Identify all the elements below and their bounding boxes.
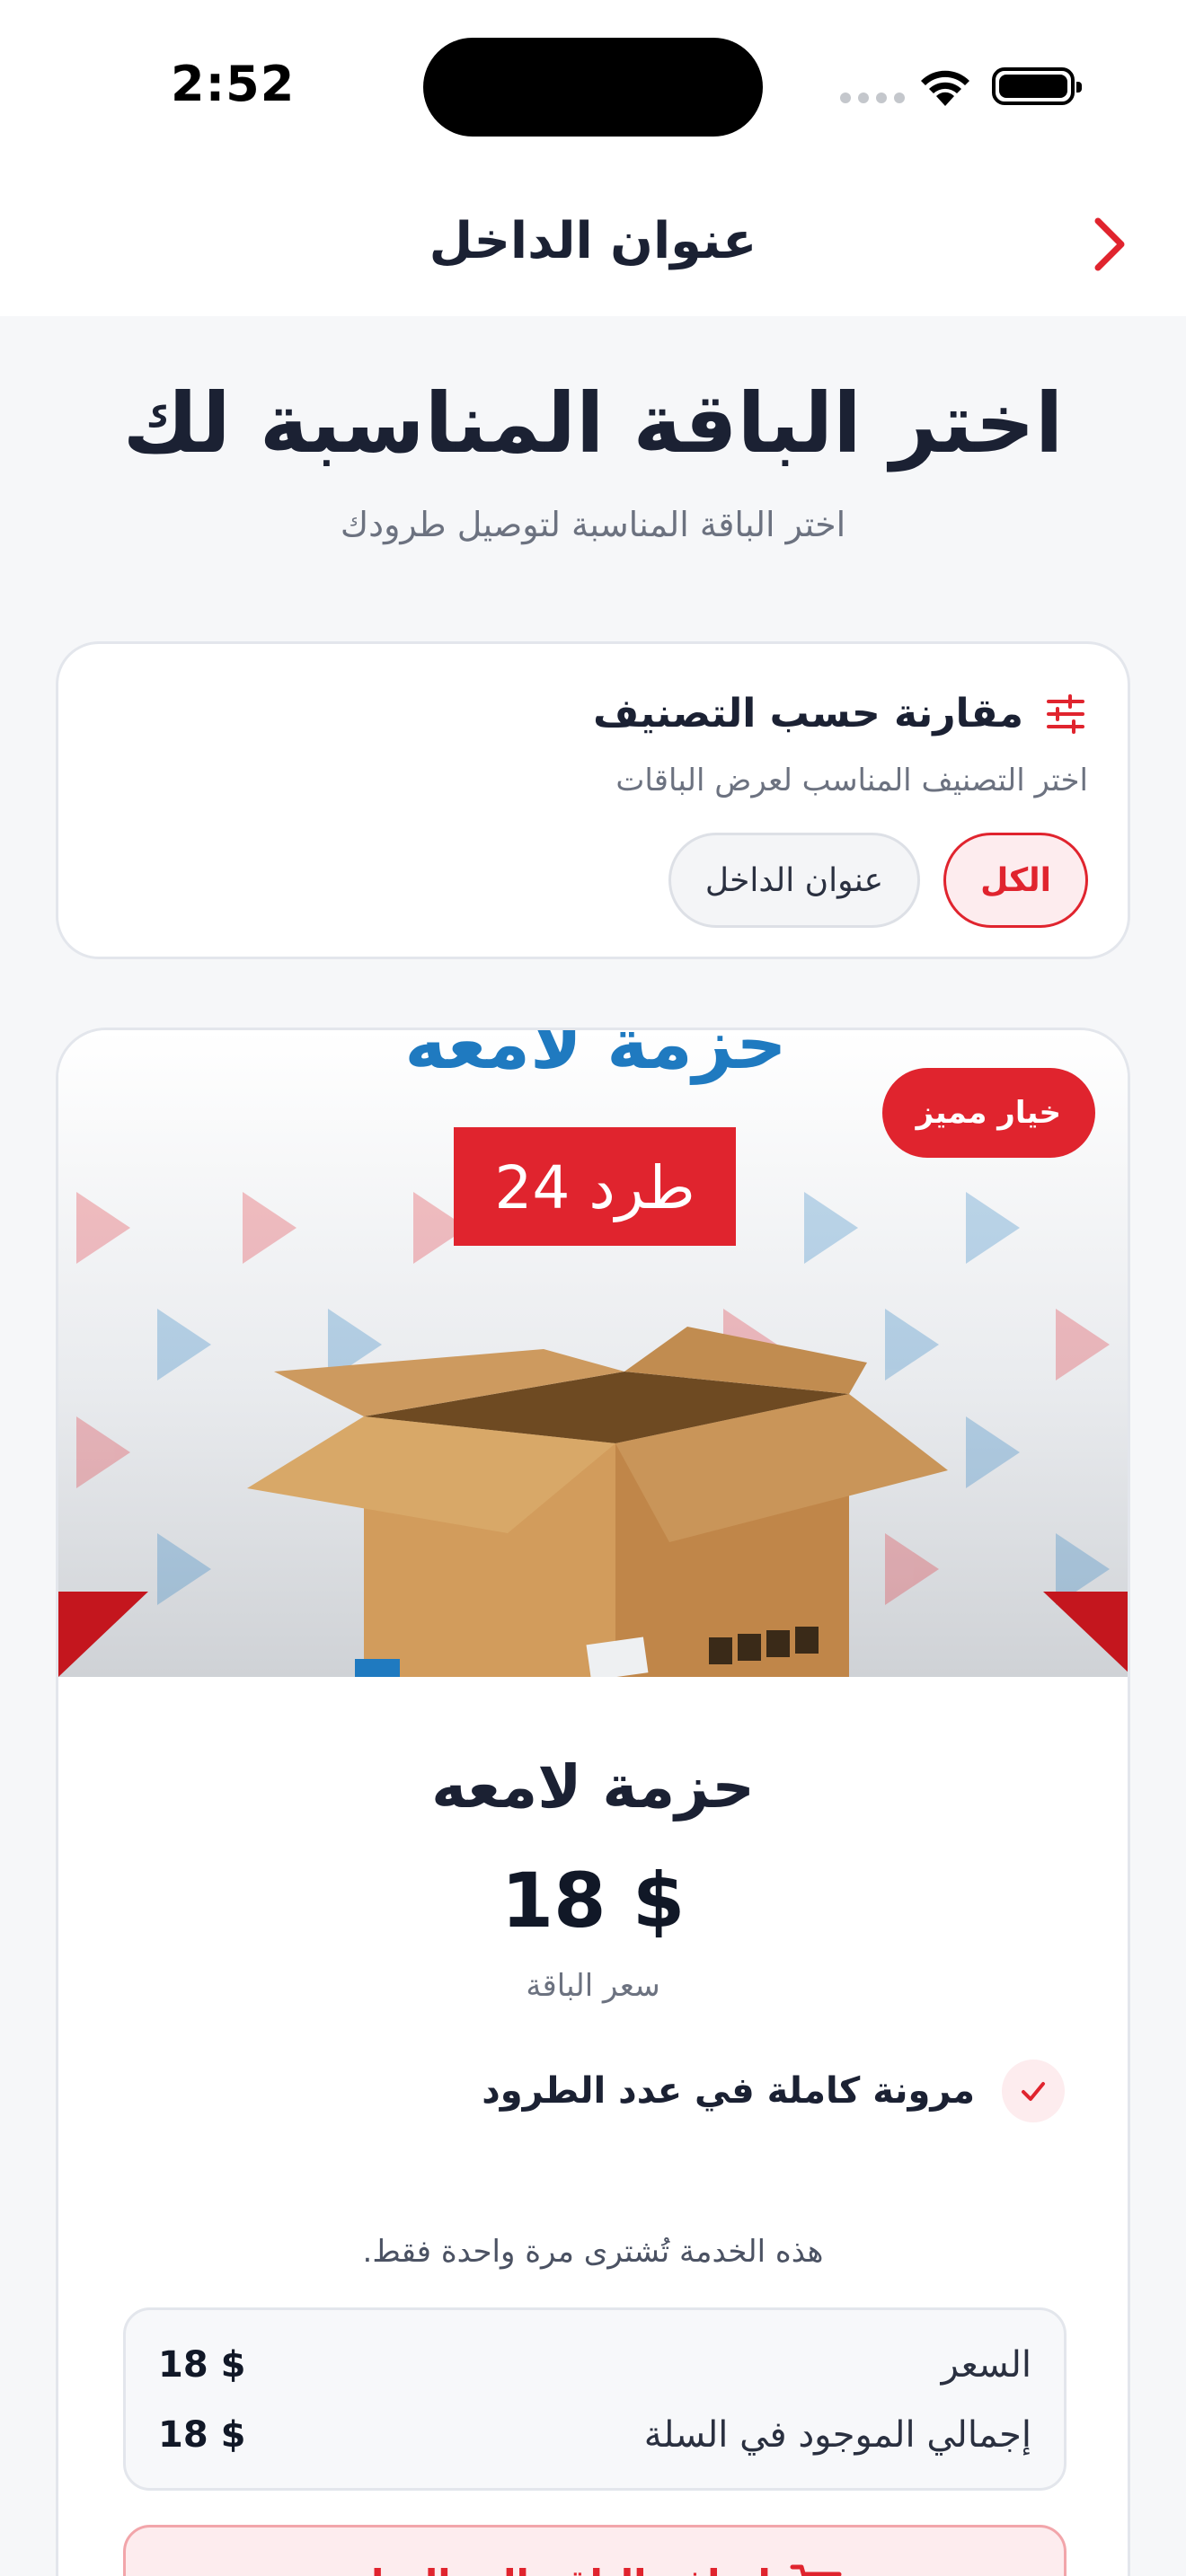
filter-chips: الكل عنوان الداخل xyxy=(668,833,1088,928)
add-to-cart-label: إضافة الباقة إلى السلة xyxy=(347,2562,771,2576)
image-count-label: 24 طرد xyxy=(494,1153,695,1222)
chip-all[interactable]: الكل xyxy=(943,833,1088,928)
cellular-signal-icon xyxy=(840,93,905,103)
filter-subtitle: اختر التصنيف المناسب لعرض الباقات xyxy=(615,763,1088,798)
dynamic-island xyxy=(423,38,763,137)
summary-value: 18 $ xyxy=(158,2414,246,2456)
package-image: حزمة لامعه 24 طرد خيار مميز xyxy=(58,1030,1128,1677)
one-time-purchase-note: هذه الخدمة تُشترى مرة واحدة فقط. xyxy=(362,2234,824,2270)
status-bar: 2:52 xyxy=(0,0,1186,171)
package-name: حزمة لامعه xyxy=(431,1752,755,1822)
summary-row-cart-total: إجمالي الموجود في السلة 18 $ xyxy=(158,2414,1031,2456)
image-title-text: حزمة لامعه xyxy=(404,1030,786,1085)
summary-label: إجمالي الموجود في السلة xyxy=(643,2414,1031,2456)
nav-bar: عنوان الداخل xyxy=(0,171,1186,316)
category-filter-card: مقارنة حسب التصنيف اختر التصنيف المناسب … xyxy=(56,641,1130,959)
feature-item: مرونة كاملة في عدد الطرود xyxy=(482,2060,1065,2122)
summary-row-price: السعر 18 $ xyxy=(158,2344,1031,2386)
cardboard-box-illustration xyxy=(247,1327,948,1677)
package-card: حزمة لامعه 24 طرد خيار مميز حزمة لامعه 1… xyxy=(56,1028,1130,2576)
summary-value: 18 $ xyxy=(158,2344,246,2386)
page-title: اختر الباقة المناسبة لك xyxy=(122,375,1064,472)
back-chevron-icon[interactable] xyxy=(1082,208,1136,280)
chip-domestic-address[interactable]: عنوان الداخل xyxy=(668,833,921,928)
price-summary: السعر 18 $ إجمالي الموجود في السلة 18 $ xyxy=(123,2307,1067,2491)
cart-icon xyxy=(790,2564,842,2576)
add-to-cart-button[interactable]: إضافة الباقة إلى السلة xyxy=(123,2525,1067,2576)
wifi-icon xyxy=(921,70,969,106)
featured-badge: خيار مميز xyxy=(881,1068,1095,1158)
feature-text: مرونة كاملة في عدد الطرود xyxy=(482,2070,975,2112)
filter-title: مقارنة حسب التصنيف xyxy=(593,691,1023,737)
summary-label: السعر xyxy=(941,2344,1031,2386)
filter-header: مقارنة حسب التصنيف xyxy=(593,691,1086,737)
battery-icon xyxy=(992,67,1082,105)
check-icon xyxy=(1002,2060,1065,2122)
package-price-label: سعر الباقة xyxy=(526,1968,660,2004)
nav-title: عنوان الداخل xyxy=(429,212,757,270)
sliders-icon xyxy=(1047,693,1084,734)
package-price: 18 $ xyxy=(500,1857,686,1945)
status-time: 2:52 xyxy=(171,56,296,112)
page-subtitle: اختر الباقة المناسبة لتوصيل طرودك xyxy=(340,505,846,544)
